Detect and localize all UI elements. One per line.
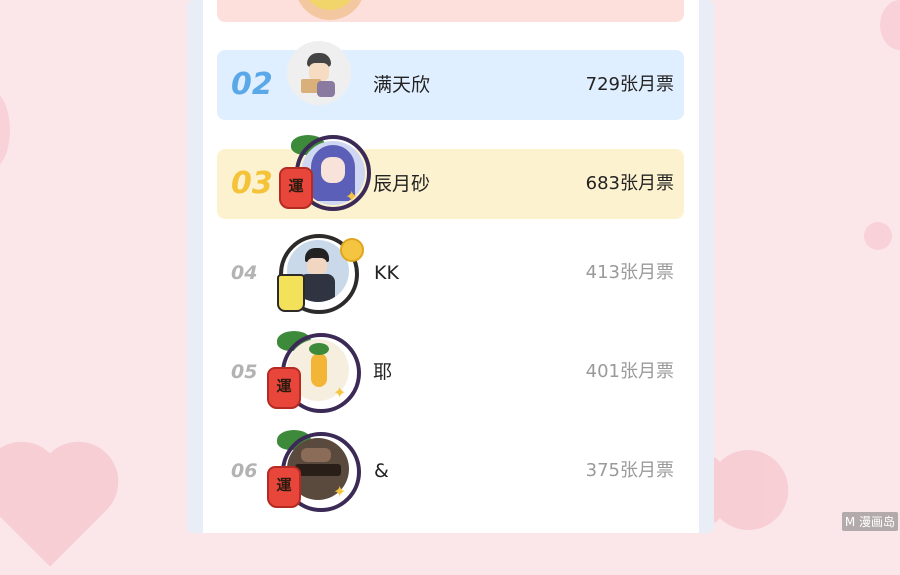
rank-number: 03 xyxy=(231,166,273,201)
user-name: KK xyxy=(374,262,399,284)
monthly-ticket-ranking-list: 02 满天欣 729张月票 03 運 ✦ 辰月砂 683张月票 04 KK 41… xyxy=(203,0,699,533)
lucky-jar-icon: 運 xyxy=(267,466,301,508)
monthly-ticket-count: 683张月票 xyxy=(585,173,674,194)
user-name: 辰月砂 xyxy=(373,173,431,195)
background-circle xyxy=(0,90,10,170)
watermark-logo: M 漫画岛 xyxy=(841,512,898,531)
ranking-row-2[interactable]: 02 满天欣 729张月票 xyxy=(217,41,684,120)
avatar xyxy=(287,41,351,105)
ranking-row-5[interactable]: 05 運 ✦ 耶 401张月票 xyxy=(217,331,684,413)
lucky-jar-icon: 運 xyxy=(279,167,313,209)
rank-number: 02 xyxy=(231,67,273,102)
monthly-ticket-count: 413张月票 xyxy=(585,262,674,283)
drink-cup-icon xyxy=(277,274,305,312)
avatar xyxy=(295,0,365,20)
sparkle-icon: ✦ xyxy=(333,383,347,402)
rank-number: 04 xyxy=(231,262,258,284)
background-heart-left xyxy=(0,453,107,567)
rank-number: 06 xyxy=(231,460,258,482)
rank-number: 05 xyxy=(231,361,258,383)
monthly-ticket-count: 401张月票 xyxy=(585,361,674,382)
monthly-ticket-count: 729张月票 xyxy=(585,74,674,95)
ranking-row-6[interactable]: 06 運 ✦ & 375张月票 xyxy=(217,430,684,512)
user-name: 满天欣 xyxy=(373,74,431,96)
ranking-row-1[interactable] xyxy=(217,0,684,22)
user-name: 耶 xyxy=(373,361,393,383)
lemon-icon xyxy=(340,238,364,262)
sparkle-icon: ✦ xyxy=(333,482,347,501)
lucky-jar-icon: 運 xyxy=(267,367,301,409)
background-circle xyxy=(880,0,900,50)
ranking-row-4[interactable]: 04 KK 413张月票 xyxy=(217,234,684,314)
ranking-row-3[interactable]: 03 運 ✦ 辰月砂 683张月票 xyxy=(217,135,684,219)
background-circle xyxy=(864,222,892,250)
monthly-ticket-count: 375张月票 xyxy=(585,460,674,481)
user-name: & xyxy=(374,460,389,482)
sparkle-icon: ✦ xyxy=(345,187,359,206)
